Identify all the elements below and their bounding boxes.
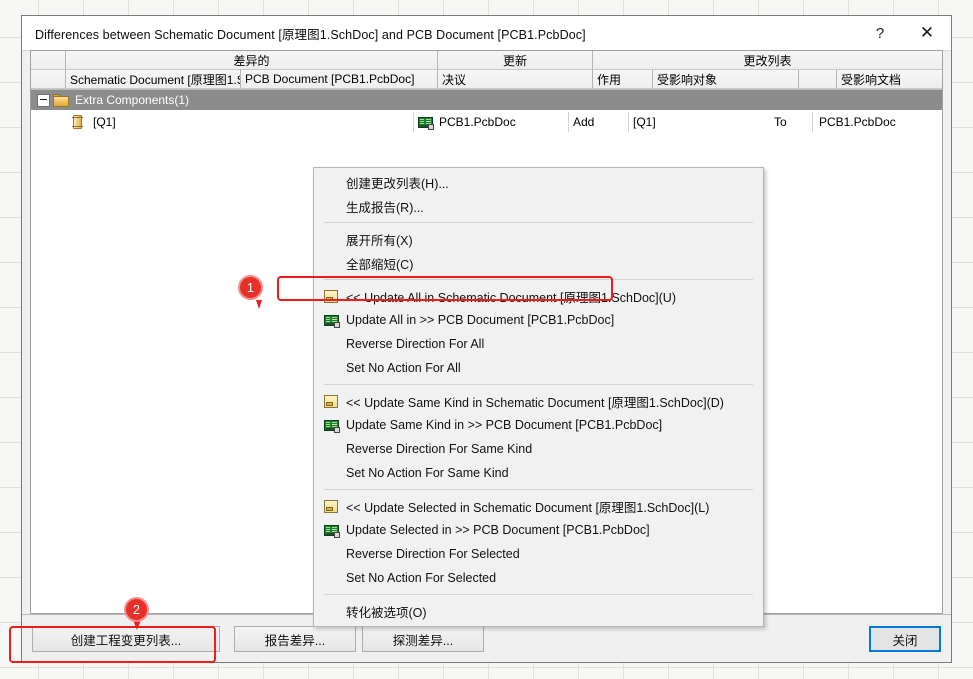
- menu-item-generate-report[interactable]: 生成报告(R)...: [314, 194, 763, 218]
- menu-item-collapse-all[interactable]: 全部缩短(C): [314, 251, 763, 275]
- group-row-label: Extra Components(1): [75, 93, 190, 107]
- group-row-affected-document: [812, 90, 942, 110]
- group-header-change-list[interactable]: 更改列表: [593, 51, 942, 70]
- grid-group-header-row: 差异的 更新 更改列表: [31, 51, 942, 70]
- menu-item-label: Set No Action For Selected: [346, 571, 497, 585]
- group-row-to: [774, 90, 812, 110]
- pcb-icon: [418, 116, 434, 130]
- table-row[interactable]: Extra Components(1): [31, 90, 942, 110]
- menu-item-reverse-direction-selected[interactable]: Reverse Direction For Selected: [314, 542, 763, 566]
- menu-item-reverse-direction-same-kind[interactable]: Reverse Direction For Same Kind: [314, 437, 763, 461]
- menu-item-set-no-action-same-kind[interactable]: Set No Action For Same Kind: [314, 461, 763, 485]
- schematic-doc-icon: [324, 499, 346, 513]
- row-folder-icon-cell: [53, 90, 73, 110]
- menu-separator: [324, 279, 753, 280]
- menu-item-update-same-kind-schematic[interactable]: << Update Same Kind in Schematic Documen…: [314, 389, 763, 413]
- menu-item-label: << Update Same Kind in Schematic Documen…: [346, 395, 724, 410]
- row-expander-cell[interactable]: [31, 90, 53, 110]
- menu-item-update-selected-pcb[interactable]: Update Selected in >> PCB Document [PCB1…: [314, 518, 763, 542]
- menu-item-set-no-action-all[interactable]: Set No Action For All: [314, 356, 763, 380]
- menu-item-label: Update All in >> PCB Document [PCB1.PcbD…: [346, 313, 615, 327]
- menu-item-label: 转化被选项(O): [346, 605, 427, 620]
- group-row-affected-object: [628, 90, 774, 110]
- report-differences-button[interactable]: 报告差异...: [234, 626, 356, 652]
- group-row-resolution: [413, 90, 568, 110]
- group-header-update[interactable]: 更新: [438, 51, 593, 70]
- menu-item-label: Set No Action For All: [346, 361, 461, 375]
- menu-item-reverse-direction-all[interactable]: Reverse Direction For All: [314, 332, 763, 356]
- menu-item-label: 创建更改列表(H)...: [346, 176, 449, 191]
- menu-item-label: Reverse Direction For All: [346, 337, 485, 351]
- column-header-schematic-document[interactable]: Schematic Document [原理图1.S...: [66, 70, 241, 89]
- menu-item-update-same-kind-pcb[interactable]: Update Same Kind in >> PCB Document [PCB…: [314, 413, 763, 437]
- column-header-affected-object[interactable]: 受影响对象: [653, 70, 799, 89]
- item-row-action: Add: [568, 112, 628, 132]
- item-row-affected-document: PCB1.PcbDoc: [812, 112, 942, 132]
- menu-item-expand-all[interactable]: 展开所有(X): [314, 227, 763, 251]
- titlebar-buttons: ? ✕: [857, 16, 951, 51]
- menu-item-label: 展开所有(X): [346, 233, 413, 248]
- column-header-action[interactable]: 作用: [593, 70, 653, 89]
- differences-dialog: Differences between Schematic Document […: [21, 15, 952, 663]
- component-icon: [72, 115, 83, 129]
- pcb-icon: [324, 419, 346, 433]
- dialog-title: Differences between Schematic Document […: [35, 27, 586, 42]
- close-icon[interactable]: ✕: [903, 16, 951, 51]
- pcb-icon: [324, 524, 346, 538]
- menu-item-update-all-schematic[interactable]: << Update All in Schematic Document [原理图…: [314, 284, 763, 308]
- pcb-icon: [324, 314, 346, 328]
- collapse-box-icon[interactable]: [37, 93, 50, 107]
- menu-item-label: Set No Action For Same Kind: [346, 466, 509, 480]
- menu-separator: [324, 594, 753, 595]
- menu-separator: [324, 384, 753, 385]
- table-row[interactable]: [Q1] PCB1.PcbDoc Add [Q1] To PCB1.PcbDoc: [31, 112, 942, 132]
- help-icon[interactable]: ?: [857, 16, 903, 51]
- group-header-spacer: [31, 51, 66, 70]
- grid-column-header-row: Schematic Document [原理图1.S... PCB Docume…: [31, 70, 942, 90]
- menu-item-label: << Update Selected in Schematic Document…: [346, 500, 710, 515]
- item-icon-cell: [31, 112, 93, 132]
- menu-item-label: 生成报告(R)...: [346, 200, 424, 215]
- menu-item-update-selected-schematic[interactable]: << Update Selected in Schematic Document…: [314, 494, 763, 518]
- menu-item-label: << Update All in Schematic Document [原理图…: [346, 290, 676, 305]
- menu-separator: [324, 489, 753, 490]
- menu-item-update-all-pcb[interactable]: Update All in >> PCB Document [PCB1.PcbD…: [314, 308, 763, 332]
- item-row-label: [Q1]: [93, 115, 116, 129]
- menu-item-transform-selected[interactable]: 转化被选项(O): [314, 599, 763, 623]
- menu-item-label: Update Same Kind in >> PCB Document [PCB…: [346, 418, 663, 432]
- menu-item-label: Reverse Direction For Selected: [346, 547, 520, 561]
- menu-item-label: 全部缩短(C): [346, 257, 414, 272]
- column-header-to-spacer[interactable]: [799, 70, 837, 89]
- item-row-resolution-text: PCB1.PcbDoc: [439, 115, 516, 129]
- schematic-doc-icon: [324, 394, 346, 408]
- dialog-titlebar: Differences between Schematic Document […: [22, 16, 951, 51]
- close-button[interactable]: 关闭: [869, 626, 941, 652]
- menu-item-create-change-list[interactable]: 创建更改列表(H)...: [314, 170, 763, 194]
- explore-differences-button[interactable]: 探测差异...: [362, 626, 484, 652]
- create-ecl-button[interactable]: 创建工程变更列表...: [32, 626, 220, 652]
- context-menu[interactable]: 创建更改列表(H)... 生成报告(R)... 展开所有(X) 全部缩短(C) …: [313, 167, 764, 627]
- column-header-pcb-document[interactable]: PCB Document [PCB1.PcbDoc]: [241, 70, 438, 89]
- menu-item-label: Update Selected in >> PCB Document [PCB1…: [346, 523, 650, 537]
- folder-icon: [53, 93, 69, 107]
- item-row-affected-object: [Q1]: [628, 112, 774, 132]
- item-row-to: To: [774, 115, 787, 129]
- menu-item-label: Reverse Direction For Same Kind: [346, 442, 533, 456]
- group-row-action: [568, 90, 628, 110]
- group-header-differences[interactable]: 差异的: [66, 51, 438, 70]
- column-header-spacer: [31, 70, 66, 89]
- schematic-doc-icon: [324, 289, 346, 303]
- item-row-resolution: PCB1.PcbDoc: [413, 112, 568, 132]
- menu-item-set-no-action-selected[interactable]: Set No Action For Selected: [314, 566, 763, 590]
- menu-separator: [324, 222, 753, 223]
- column-header-resolution[interactable]: 决议: [438, 70, 593, 89]
- column-header-affected-document[interactable]: 受影响文档: [837, 70, 942, 89]
